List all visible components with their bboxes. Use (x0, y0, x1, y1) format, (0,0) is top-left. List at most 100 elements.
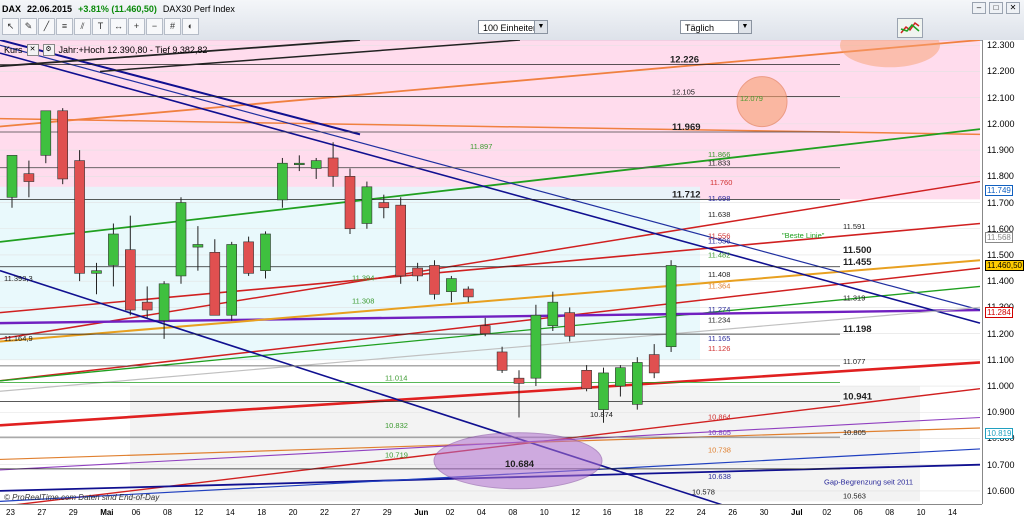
candle-body (209, 252, 221, 316)
candle-body (648, 354, 660, 374)
price-chart[interactable]: 12.226 12.105 12.079 11.969 11.897 11.86611.8… (0, 40, 982, 504)
level-label: 11.164,9 (4, 334, 33, 343)
candle-body (74, 160, 85, 274)
level-label: 11.393,3 (4, 274, 33, 283)
candle-body (243, 241, 254, 274)
level-label: 10.805 (843, 428, 866, 437)
close-icon[interactable]: ✕ (26, 44, 39, 56)
settings-icon[interactable]: ⚙ (42, 44, 55, 56)
candle-body (226, 244, 237, 316)
level-label: 10.805 (708, 428, 731, 437)
x-tick-label: 20 (288, 508, 298, 517)
indicator-icon[interactable] (897, 18, 923, 38)
x-tick-label: Jun (414, 508, 429, 517)
y-tick-label: 12.300 (987, 40, 1015, 51)
y-tick-label: 11.900 (987, 145, 1014, 156)
candle-body (496, 351, 508, 371)
x-axis: 23 27 29 Mai 06 08 12 14 18 20 22 27 29 Jun 02 04 08 10 12… (0, 504, 982, 521)
zoom-in-icon[interactable]: + (128, 18, 145, 35)
candle-body (547, 301, 559, 327)
level-label: 10.941 (843, 392, 873, 403)
units-select[interactable]: 100 Einheiten ▼ (478, 20, 548, 34)
kurs-label: Kurs (4, 45, 23, 55)
level-label: 11.455 (843, 257, 872, 268)
level-label: 11.126 (708, 344, 730, 353)
window-controls: – □ ✕ (972, 2, 1020, 14)
level-label: 11.077 (843, 357, 865, 366)
x-tick-label: 06 (131, 508, 141, 517)
grid-icon[interactable]: # (164, 18, 181, 35)
candle-body (344, 176, 356, 230)
candle-body (530, 314, 542, 379)
level-label: 11.638 (708, 210, 730, 219)
level-label: 11.198 (843, 324, 872, 335)
x-tick-label: Mai (100, 508, 114, 517)
price-tag: 10.819 (985, 428, 1014, 440)
close-button[interactable]: ✕ (1006, 2, 1020, 14)
x-tick-label: 29 (382, 508, 392, 517)
maximize-button[interactable]: □ (989, 2, 1003, 14)
level-label: 11.364 (708, 282, 730, 291)
instrument-label[interactable]: DAX (2, 4, 21, 14)
candle-body (479, 325, 491, 334)
color-icon[interactable]: ◐ (182, 18, 199, 35)
fib-icon[interactable]: ≡ (56, 18, 73, 35)
level-label: 11.536 (708, 237, 730, 246)
level-label: 12.105 (672, 87, 695, 96)
y-tick-label: 11.700 (987, 197, 1014, 208)
annotation-label: "Beste Linie" (782, 231, 825, 240)
price-tag: 11.568 (985, 232, 1013, 244)
line-icon[interactable]: ╱ (38, 18, 55, 35)
units-select-value: 100 Einheiten (483, 23, 539, 33)
x-tick-label: 10 (916, 508, 926, 517)
level-label: 11.274 (708, 305, 730, 314)
candle-body (462, 288, 474, 298)
interval-select[interactable]: Täglich ▼ (680, 20, 752, 34)
measure-icon[interactable]: ↔ (110, 18, 127, 35)
y-tick-label: 10.700 (987, 459, 1015, 470)
level-label: 11.165 (708, 334, 730, 343)
level-label: 11.969 (672, 122, 701, 133)
candle-body (429, 265, 440, 295)
x-tick-label: 10 (539, 508, 549, 517)
y-axis: 12.300 12.200 12.100 12.000 11.900 11.800 11.7… (982, 40, 1024, 504)
interval-select-value: Täglich (685, 23, 715, 33)
date-label: 22.06.2015 (27, 4, 73, 14)
level-label: 11.394 (352, 274, 374, 283)
x-tick-label: 22 (665, 508, 675, 517)
candle-body (40, 110, 52, 156)
x-tick-label: 02 (445, 508, 455, 517)
candle-body (277, 162, 288, 201)
candle-body (260, 233, 271, 271)
y-tick-label: 11.500 (987, 249, 1014, 260)
candle-body (125, 249, 136, 311)
candle-body (293, 162, 305, 166)
y-tick-label: 11.000 (987, 381, 1014, 392)
x-tick-label: 18 (634, 508, 643, 517)
level-label: 10.864 (708, 413, 731, 422)
candle-body (23, 173, 35, 182)
level-label: 11.234 (708, 316, 730, 325)
candle-body (141, 301, 153, 311)
text-icon[interactable]: T (92, 18, 109, 35)
x-tick-label: 23 (6, 508, 15, 517)
level-label: 10.874 (590, 410, 613, 419)
level-label: 10.563 (843, 492, 866, 501)
level-label: 10.684 (505, 459, 535, 470)
candle-body (395, 204, 407, 277)
cursor-icon[interactable]: ↖ (2, 18, 19, 35)
level-label: 11.698 (708, 194, 730, 203)
x-tick-label: 18 (257, 508, 267, 517)
candle-body (327, 157, 339, 177)
candle-body (192, 244, 204, 248)
pencil-icon[interactable]: ✎ (20, 18, 37, 35)
x-tick-label: 22 (320, 508, 329, 517)
candle-body (175, 202, 187, 277)
channel-icon[interactable]: ⫽ (74, 18, 91, 35)
level-label: 11.482 (708, 251, 730, 260)
candle-body (158, 283, 170, 321)
y-tick-label: 11.400 (987, 276, 1014, 287)
resistance-zone (0, 40, 980, 200)
zoom-out-icon[interactable]: − (146, 18, 163, 35)
minimize-button[interactable]: – (972, 2, 986, 14)
